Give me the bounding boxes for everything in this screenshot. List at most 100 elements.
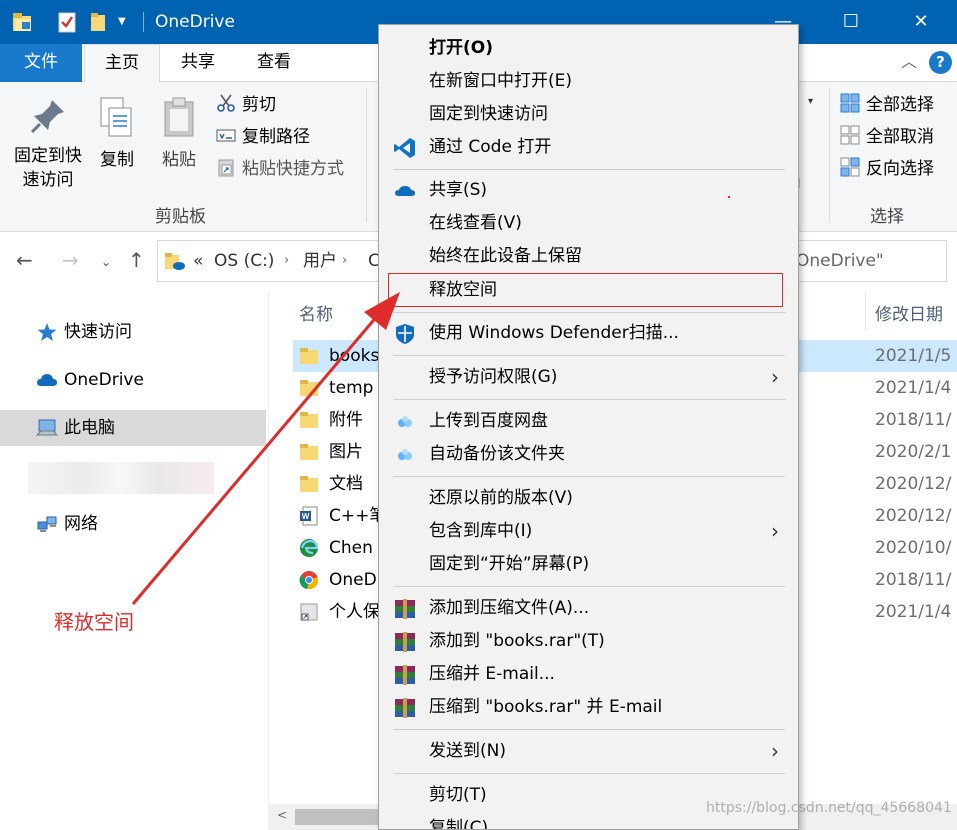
folder-icon (300, 412, 318, 428)
copy-path-button[interactable]: 复制路径 (216, 122, 310, 152)
close-button[interactable]: ✕ (906, 8, 936, 36)
collapse-ribbon-icon[interactable]: ︿ (898, 50, 920, 74)
blurred-item (28, 462, 214, 494)
menu-separator (393, 169, 785, 170)
scroll-left-icon[interactable]: < (277, 808, 287, 822)
menu-item-auto-backup[interactable]: 自动备份该文件夹 (379, 438, 798, 471)
sidebar-item-this-pc[interactable]: 此电脑 (0, 410, 266, 446)
invert-selection-icon (840, 157, 860, 177)
menu-separator (393, 476, 785, 477)
paste-shortcut-button[interactable]: 粘贴快捷方式 (216, 154, 344, 184)
file-date: 2020/2/1 (875, 442, 952, 462)
menu-item-grant-access[interactable]: 授予访问权限(G) › (379, 361, 798, 394)
word-icon: W (300, 506, 318, 526)
submenu-arrow-icon: › (771, 365, 779, 389)
menu-separator (393, 773, 785, 774)
file-name: 个人保 (329, 602, 380, 622)
breadcrumb-users[interactable]: 用户 (303, 250, 337, 272)
select-all-icon (840, 93, 860, 113)
invert-selection-button[interactable]: 反向选择 (840, 154, 934, 184)
sidebar-item-onedrive[interactable]: OneDrive (0, 362, 266, 398)
menu-item-label: 压缩到 "books.rar" 并 E-mail (429, 697, 663, 717)
sidebar-item-label: 此电脑 (64, 418, 115, 438)
menu-item-pin-start[interactable]: 固定到“开始”屏幕(P) (379, 548, 798, 581)
dropdown-arrow-icon[interactable]: ▾ (808, 96, 813, 107)
menu-item-label: 复制(C) (429, 818, 489, 830)
menu-item-add-archive[interactable]: 添加到压缩文件(A)... (379, 592, 798, 625)
copy-icon (100, 97, 132, 137)
tab-home[interactable]: 主页 (84, 44, 160, 83)
stray-mark (728, 196, 730, 198)
menu-item-restore-versions[interactable]: 还原以前的版本(V) (379, 482, 798, 515)
address-overflow-icon[interactable]: « (193, 250, 203, 272)
copy-button[interactable]: 复制 (94, 96, 140, 172)
menu-item-compress-books-email[interactable]: 压缩到 "books.rar" 并 E-mail (379, 691, 798, 724)
edge-icon (300, 539, 319, 557)
file-date: 2020/12/ (875, 474, 952, 494)
sidebar-item-quick-access[interactable]: 快速访问 (0, 314, 266, 350)
menu-item-pin-quick-access[interactable]: 固定到快速访问 (379, 98, 798, 131)
select-none-icon (840, 125, 860, 145)
submenu-arrow-icon: › (771, 519, 779, 543)
menu-item-compress-email[interactable]: 压缩并 E-mail... (379, 658, 798, 691)
file-name: books (329, 346, 380, 366)
menu-item-share[interactable]: 共享(S) (379, 174, 798, 207)
folder-icon (300, 476, 318, 492)
select-all-button[interactable]: 全部选择 (840, 90, 934, 120)
breadcrumb-separator[interactable]: › (342, 250, 347, 272)
shortcut-icon (300, 603, 318, 621)
menu-item-view-online[interactable]: 在线查看(V) (379, 207, 798, 240)
context-menu: 打开(O) 在新窗口中打开(E) 固定到快速访问 通过 Code 打开 共享(S… (378, 24, 799, 830)
paste-shortcut-label: 粘贴快捷方式 (242, 159, 344, 179)
menu-item-free-up-space[interactable]: 释放空间 (379, 274, 798, 307)
paste-shortcut-icon (218, 159, 234, 177)
menu-item-open-with-code[interactable]: 通过 Code 打开 (379, 131, 798, 164)
search-box-text[interactable]: OneDrive" (796, 250, 884, 272)
menu-item-label: 固定到“开始”屏幕(P) (429, 554, 590, 574)
back-button[interactable]: ← (16, 246, 33, 274)
menu-item-upload-baidu[interactable]: 上传到百度网盘 (379, 405, 798, 438)
menu-item-send-to[interactable]: 发送到(N) › (379, 735, 798, 768)
menu-item-label: 在新窗口中打开(E) (429, 71, 573, 91)
scrollbar-thumb[interactable] (295, 809, 385, 825)
menu-item-include-library[interactable]: 包含到库中(I) › (379, 515, 798, 548)
menu-item-label: 固定到快速访问 (429, 104, 548, 124)
paste-button[interactable]: 粘贴 (154, 96, 204, 172)
file-name: OneD (329, 570, 377, 590)
column-header-date[interactable]: 修改日期 (875, 300, 943, 325)
maximize-button[interactable]: ☐ (836, 8, 866, 36)
recent-locations-icon[interactable]: ⌄ (101, 248, 111, 276)
menu-item-add-books-rar[interactable]: 添加到 "books.rar"(T) (379, 625, 798, 658)
breadcrumb-os-c[interactable]: OS (C:) (214, 250, 274, 272)
tab-view[interactable]: 查看 (236, 44, 312, 82)
breadcrumb-separator[interactable]: › (284, 250, 289, 272)
column-separator[interactable] (865, 292, 866, 330)
tab-file[interactable]: 文件 (0, 44, 82, 82)
customize-toolbar-icon[interactable]: ▼ (118, 10, 132, 34)
menu-item-always-keep[interactable]: 始终在此设备上保留 (379, 240, 798, 273)
file-name: 图片 (329, 442, 363, 462)
tab-share[interactable]: 共享 (160, 44, 236, 82)
up-button[interactable]: ↑ (128, 246, 145, 274)
forward-button[interactable]: → (62, 246, 79, 274)
new-folder-icon[interactable] (90, 10, 106, 34)
menu-item-label: 打开(O) (429, 38, 493, 58)
menu-item-open[interactable]: 打开(O) (379, 32, 798, 65)
cut-button[interactable]: 剪切 (216, 90, 276, 120)
sidebar-item-label: 网络 (64, 514, 98, 534)
select-none-button[interactable]: 全部取消 (840, 122, 934, 152)
menu-item-open-new-window[interactable]: 在新窗口中打开(E) (379, 65, 798, 98)
help-icon[interactable]: ? (929, 51, 952, 74)
sidebar-item-network[interactable]: 网络 (0, 506, 266, 542)
vscode-icon (394, 138, 415, 158)
menu-item-label: 添加到压缩文件(A)... (429, 598, 590, 618)
explorer-folder-icon (13, 13, 31, 31)
file-date: 2018/11/ (875, 410, 952, 430)
menu-item-label: 使用 Windows Defender扫描... (429, 323, 679, 343)
menu-item-label: 释放空间 (429, 280, 497, 300)
column-header-name[interactable]: 名称 (299, 300, 333, 325)
properties-icon[interactable] (58, 10, 76, 34)
menu-item-defender-scan[interactable]: 使用 Windows Defender扫描... (379, 317, 798, 350)
pin-to-quick-access-button[interactable]: 固定到快 速访问 (6, 96, 90, 192)
winrar-icon (395, 599, 415, 619)
